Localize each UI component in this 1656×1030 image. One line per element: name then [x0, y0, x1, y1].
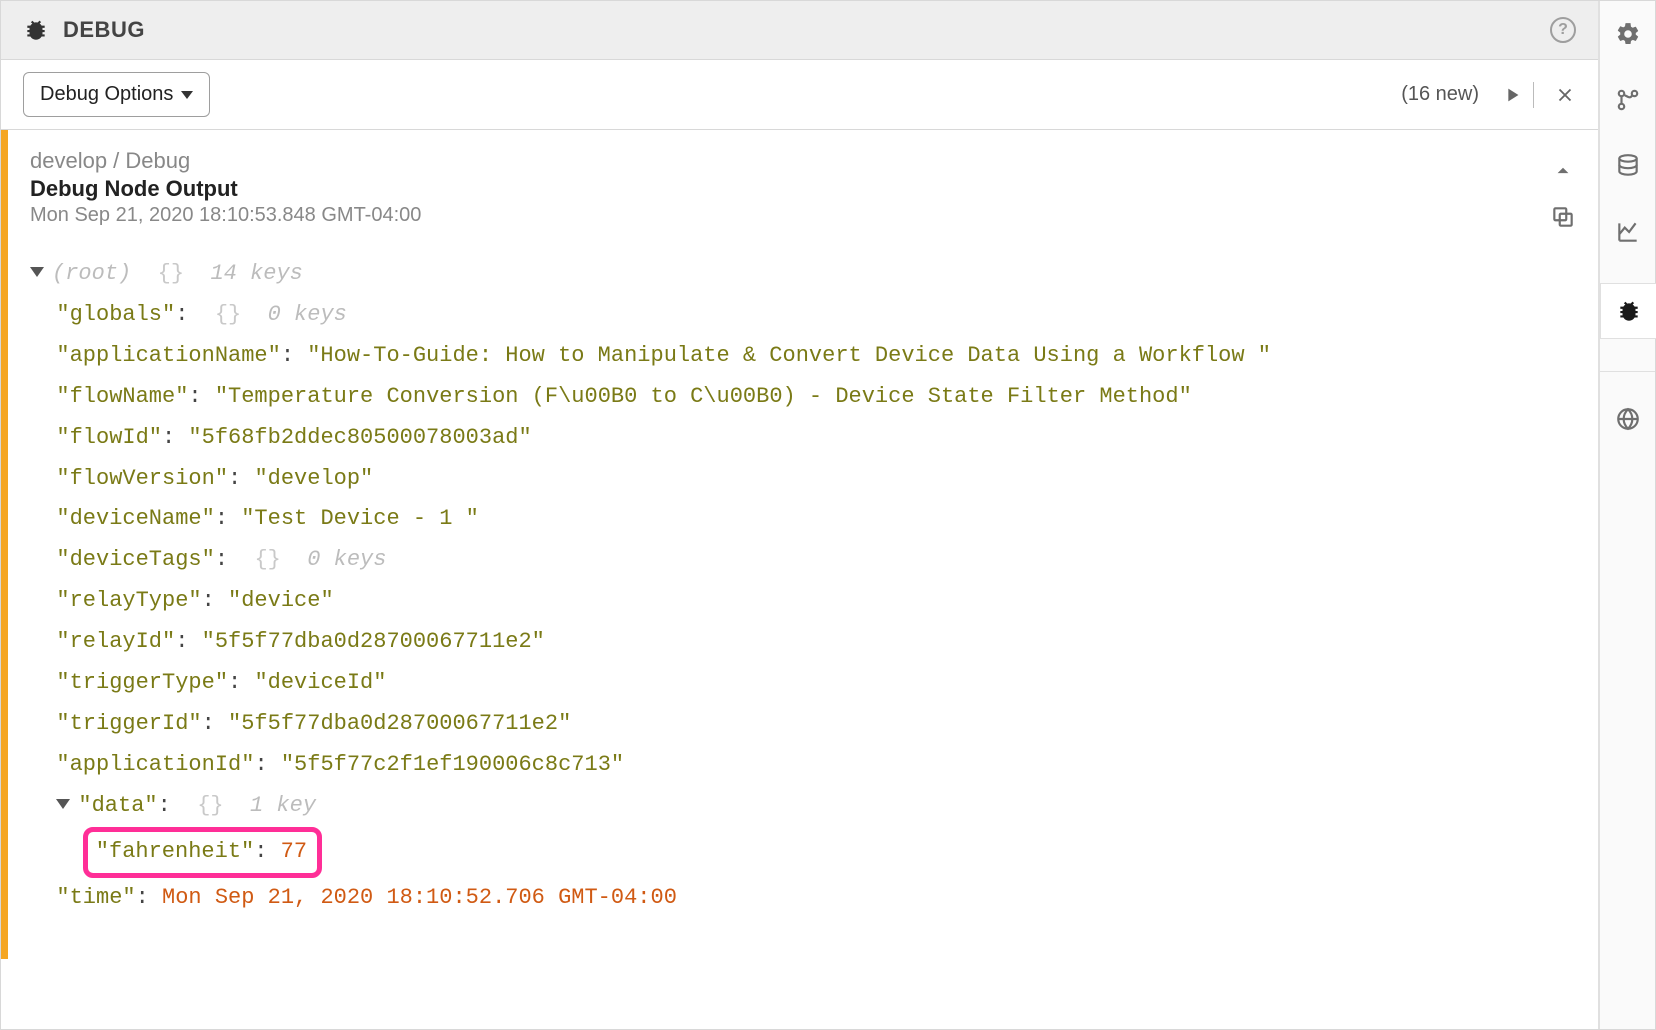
tree-row[interactable]: "relayId": "5f5f77dba0d28700067711e2"	[30, 622, 1576, 663]
tree-row-data[interactable]: "data": {} 1 key	[30, 786, 1576, 827]
panel-header: DEBUG ?	[1, 1, 1598, 60]
tree-row[interactable]: "globals": {} 0 keys	[30, 295, 1576, 336]
highlight-annotation: "fahrenheit": 77	[83, 827, 322, 878]
tree-row[interactable]: "applicationId": "5f5f77c2f1ef190006c8c7…	[30, 745, 1576, 786]
tree-row[interactable]: "relayType": "device"	[30, 581, 1576, 622]
copy-button[interactable]	[1550, 204, 1576, 230]
tree-row[interactable]: "flowVersion": "develop"	[30, 459, 1576, 500]
right-rail	[1599, 1, 1655, 1029]
json-tree: (root) {} 14 keys "globals": {} 0 keys "…	[30, 254, 1576, 919]
rail-divider	[1600, 371, 1655, 372]
entry-timestamp: Mon Sep 21, 2020 18:10:53.848 GMT-04:00	[30, 204, 1550, 227]
tree-root-row[interactable]: (root) {} 14 keys	[30, 254, 1576, 295]
tree-row[interactable]: "deviceName": "Test Device - 1 "	[30, 499, 1576, 540]
tree-row[interactable]: "triggerId": "5f5f77dba0d28700067711e2"	[30, 704, 1576, 745]
settings-tab[interactable]	[1613, 19, 1643, 49]
globe-tab[interactable]	[1613, 404, 1643, 434]
entry-path: develop / Debug	[30, 148, 1550, 174]
collapse-up-button[interactable]	[1550, 158, 1576, 184]
tree-row[interactable]: "flowId": "5f68fb2ddec80500078003ad"	[30, 418, 1576, 459]
bug-icon	[23, 17, 49, 43]
versions-tab[interactable]	[1613, 85, 1643, 115]
new-count-label: (16 new)	[1401, 83, 1479, 106]
debug-entry: develop / Debug Debug Node Output Mon Se…	[1, 130, 1598, 1029]
help-button[interactable]: ?	[1550, 17, 1576, 43]
tree-row-fahrenheit[interactable]: "fahrenheit": 77	[30, 827, 1576, 878]
debug-options-dropdown[interactable]: Debug Options	[23, 72, 210, 117]
toolbar: Debug Options (16 new)	[1, 60, 1598, 130]
panel-title: DEBUG	[63, 17, 145, 43]
close-button[interactable]	[1554, 84, 1576, 106]
debug-options-label: Debug Options	[40, 83, 173, 106]
tree-row[interactable]: "triggerType": "deviceId"	[30, 663, 1576, 704]
entry-title: Debug Node Output	[30, 176, 1550, 202]
debug-tab[interactable]	[1600, 283, 1656, 339]
metrics-tab[interactable]	[1613, 217, 1643, 247]
main-column: DEBUG ? Debug Options (16 new)	[1, 1, 1599, 1029]
storage-tab[interactable]	[1613, 151, 1643, 181]
divider	[1533, 82, 1534, 108]
tree-row[interactable]: "deviceTags": {} 0 keys	[30, 540, 1576, 581]
play-forward-button[interactable]	[1501, 84, 1523, 106]
app-root: DEBUG ? Debug Options (16 new)	[0, 0, 1656, 1030]
caret-down-icon[interactable]	[30, 267, 44, 277]
tree-row[interactable]: "time": Mon Sep 21, 2020 18:10:52.706 GM…	[30, 878, 1576, 919]
caret-down-icon[interactable]	[56, 799, 70, 809]
chevron-down-icon	[181, 91, 193, 99]
tree-row[interactable]: "applicationName": "How-To-Guide: How to…	[30, 336, 1576, 377]
tree-row[interactable]: "flowName": "Temperature Conversion (F\u…	[30, 377, 1576, 418]
